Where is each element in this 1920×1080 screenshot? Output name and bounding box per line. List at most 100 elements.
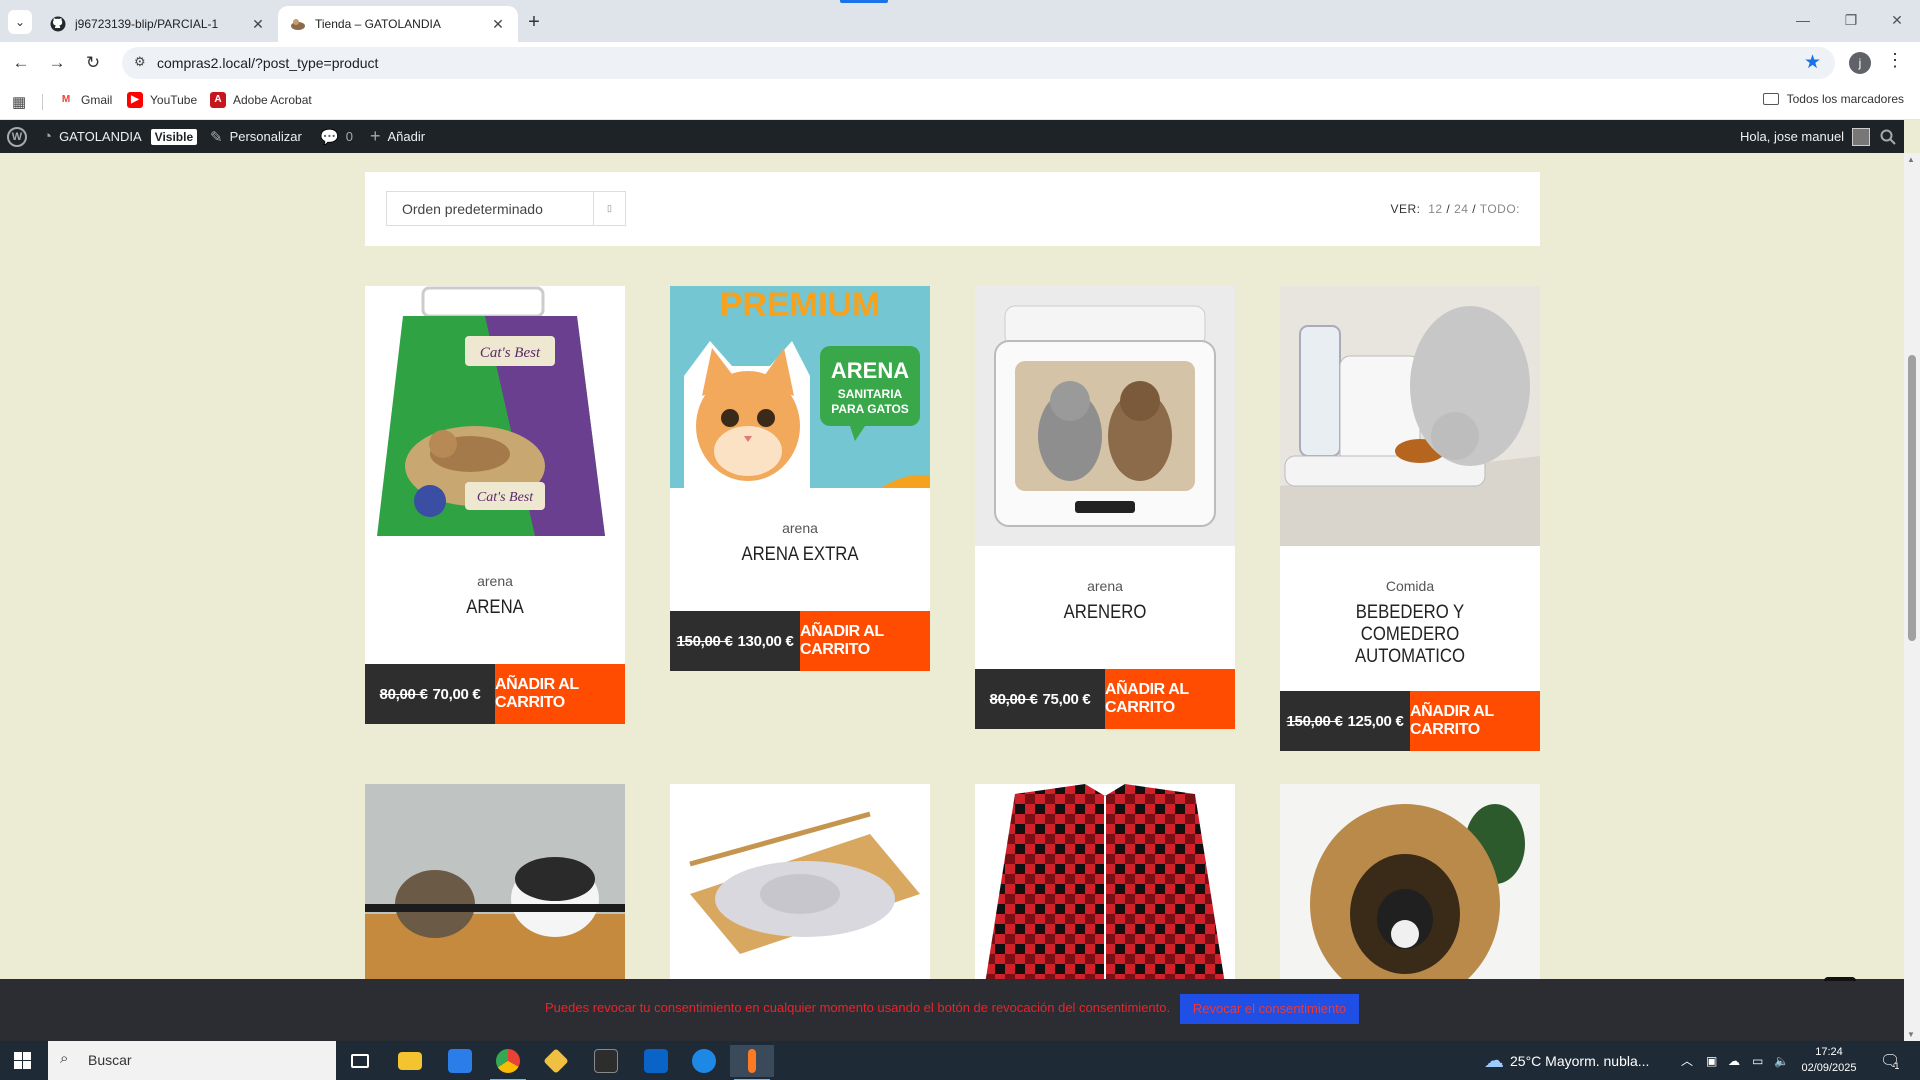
reload-icon[interactable]: ↻ [80,50,106,76]
windows-taskbar: ⌕ Buscar ☁ 25°C Mayorm. nubla... ︿ ▣ ☁ ▭… [0,1041,1920,1080]
windows-start-icon[interactable] [14,1052,31,1069]
wp-comments[interactable]: 💬 0 [320,120,353,153]
perpage-24[interactable]: 24 [1454,202,1468,216]
greeting: Hola, jose manuel [1740,129,1845,144]
promo-badge-line: PARA GATOS [831,402,909,416]
product-price: 150,00 € 130,00 € [670,611,800,671]
revoke-consent-button[interactable]: Revocar el consentimiento [1180,994,1359,1024]
old-price: 80,00 € [379,685,428,703]
taskbar-search[interactable]: ⌕ Buscar [48,1041,336,1080]
bookmark-gmail[interactable]: M Gmail [58,92,112,108]
apps-grid-icon[interactable]: ▦ [12,93,26,111]
scroll-down-icon[interactable]: ▼ [1907,1030,1915,1039]
bookmark-youtube[interactable]: ▶ YouTube [127,92,197,108]
tab-tienda[interactable]: Tienda – GATOLANDIA ✕ [278,6,518,42]
tab-search-button[interactable]: ⌄ [8,10,32,34]
scroll-to-top-button[interactable] [1824,977,1856,981]
close-icon[interactable]: ✕ [490,16,506,33]
wp-customize[interactable]: ✎ Personalizar [210,120,302,153]
add-to-cart-button[interactable]: AÑADIR AL CARRITO [1410,691,1540,751]
old-price: 80,00 € [989,690,1038,708]
bookmark-star-icon[interactable]: ★ [1804,51,1821,74]
scroll-thumb[interactable] [1908,355,1916,641]
wp-my-account[interactable]: Hola, jose manuel [1740,120,1871,153]
notifications-icon[interactable]: 🗨 1 [1880,1041,1900,1080]
edge-icon[interactable] [682,1045,726,1077]
product-category[interactable]: arena [670,520,930,536]
chevron-down-icon: ▯ [593,192,625,225]
close-icon[interactable]: ✕ [250,16,266,33]
perpage-all[interactable]: TODO: [1480,202,1520,216]
all-bookmarks[interactable]: Todos los marcadores [1762,92,1904,106]
weather-widget[interactable]: ☁ 25°C Mayorm. nubla... [1484,1041,1649,1080]
promo-badge-line: SANITARIA [838,387,903,401]
search-icon[interactable] [1880,120,1896,153]
chrome-menu-icon[interactable]: ⋮ [1886,50,1904,71]
product-image[interactable] [1280,784,1540,979]
outlook-icon[interactable] [634,1045,678,1077]
product-card [365,784,625,979]
product-image[interactable] [1280,286,1540,546]
wp-new-content[interactable]: + Añadir [370,120,425,153]
product-title[interactable]: BEBEDERO Y COMEDERO AUTOMATICO [1304,602,1515,668]
old-price: 150,00 € [1286,712,1343,730]
add-to-cart-button[interactable]: AÑADIR AL CARRITO [495,664,625,724]
chrome-icon[interactable] [486,1045,530,1080]
product-category[interactable]: Comida [1280,578,1540,594]
task-view-icon[interactable] [338,1045,382,1077]
add-to-cart-button[interactable]: AÑADIR AL CARRITO [800,611,930,671]
forward-icon[interactable]: → [44,50,70,76]
product-title[interactable]: ARENERO [999,602,1210,624]
new-tab-button[interactable]: + [520,8,548,36]
product-price: 80,00 € 75,00 € [975,669,1105,729]
perpage-12[interactable]: 12 [1428,202,1442,216]
minimize-icon[interactable]: — [1780,8,1826,32]
product-image[interactable] [975,784,1235,979]
youtube-icon: ▶ [127,92,143,108]
site-info-icon[interactable]: ⚙ [134,54,146,70]
product-card [670,784,930,979]
add-to-cart-button[interactable]: AÑADIR AL CARRITO [1105,669,1235,729]
product-category[interactable]: arena [365,573,625,589]
visible-badge: Visible [150,128,198,145]
product-title[interactable]: ARENA [389,597,600,619]
git-icon[interactable] [534,1045,578,1077]
github-icon [50,16,66,32]
terminal-icon[interactable] [584,1045,628,1077]
restore-icon[interactable]: ❐ [1828,8,1874,32]
wordpress-logo[interactable]: W [7,120,27,153]
volume-icon[interactable]: 🔈 [1774,1041,1789,1080]
address-bar[interactable]: ⚙ compras2.local/?post_type=product ★ [122,47,1835,79]
store-icon[interactable] [438,1045,482,1077]
page-scrollbar[interactable]: ▲ ▼ [1904,153,1920,1041]
tab-github[interactable]: j96723139-blip/PARCIAL-1 ✕ [38,6,278,42]
url-text[interactable]: compras2.local/?post_type=product [157,55,378,71]
chevron-up-icon[interactable]: ︿ [1681,1041,1693,1080]
product-image[interactable]: PREMIUM ARENA SANITARIA PARA GATOS [670,286,930,488]
product-title[interactable]: ARENA EXTRA [694,544,905,566]
network-icon[interactable]: ▭ [1752,1041,1763,1080]
orderby-select[interactable]: Orden predeterminado ▯ [386,191,626,226]
product-image[interactable] [975,286,1235,546]
add-label: Añadir [387,129,426,144]
product-image[interactable]: Cat's Best Cat's Best [365,286,625,541]
bookmark-acrobat[interactable]: A Adobe Acrobat [210,92,312,108]
close-window-icon[interactable]: ✕ [1874,8,1920,32]
sale-price: 75,00 € [1042,690,1091,708]
product-image[interactable] [365,784,625,979]
product-card: PREMIUM ARENA SANITARIA PARA GATOS arena… [670,286,930,671]
store-favicon-icon [291,19,305,30]
meet-icon[interactable]: ▣ [1706,1041,1717,1080]
back-icon[interactable]: ← [8,50,34,76]
notification-count: 1 [1894,1060,1900,1071]
xampp-icon[interactable] [730,1045,774,1080]
weather-text: 25°C Mayorm. nubla... [1510,1052,1650,1069]
profile-avatar[interactable]: j [1849,52,1871,74]
system-clock[interactable]: 17:24 02/09/2025 [1796,1044,1862,1076]
file-explorer-icon[interactable] [388,1045,432,1077]
product-image[interactable] [670,784,930,979]
product-category[interactable]: arena [975,578,1235,594]
cloud-offline-icon[interactable]: ☁ [1728,1041,1740,1080]
scroll-up-icon[interactable]: ▲ [1907,155,1915,164]
wp-site-name[interactable]: ◔ GATOLANDIA Visible [43,120,198,153]
